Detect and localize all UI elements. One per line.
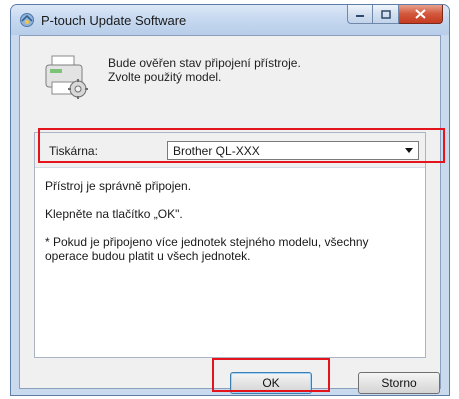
message-connected: Přístroj je správně připojen. [45,179,192,193]
app-icon [20,13,34,27]
message-note: * Pokud je připojeno více jednotek stejn… [45,235,369,263]
ok-button[interactable]: OK [230,372,312,394]
minimize-icon [356,15,364,17]
printer-group: Tiskárna: Brother QL-XXX Přístroj je spr… [34,132,426,358]
close-button[interactable] [399,5,443,24]
message-area: Přístroj je správně připojen. Klepněte n… [45,179,405,277]
printer-select-row: Tiskárna: Brother QL-XXX [35,133,425,168]
caption-buttons [347,5,443,25]
close-icon [415,9,426,19]
dialog-body: Bude ověřen stav připojení přístroje. Zv… [19,35,441,394]
printer-settings-icon [45,55,88,99]
window-title: P-touch Update Software [41,13,187,28]
info-line-select-model: Zvolte použitý model. [108,70,222,84]
printer-model-dropdown[interactable]: Brother QL-XXX [167,141,419,160]
printer-label: Tiskárna: [49,144,98,158]
title-bar[interactable]: P-touch Update Software [11,5,449,35]
minimize-button[interactable] [347,5,373,24]
info-line-status: Bude ověřen stav připojení přístroje. [108,56,301,70]
maximize-button[interactable] [373,5,399,24]
chevron-down-icon [405,148,413,153]
info-text: Bude ověřen stav připojení přístroje. Zv… [108,56,301,84]
message-press-ok: Klepněte na tlačítko „OK". [45,207,183,221]
printer-model-value: Brother QL-XXX [173,144,260,158]
maximize-icon [380,9,391,19]
cancel-button[interactable]: Storno [358,372,440,394]
dialog-window: P-touch Update Software Bude ověřen stav… [10,4,450,396]
